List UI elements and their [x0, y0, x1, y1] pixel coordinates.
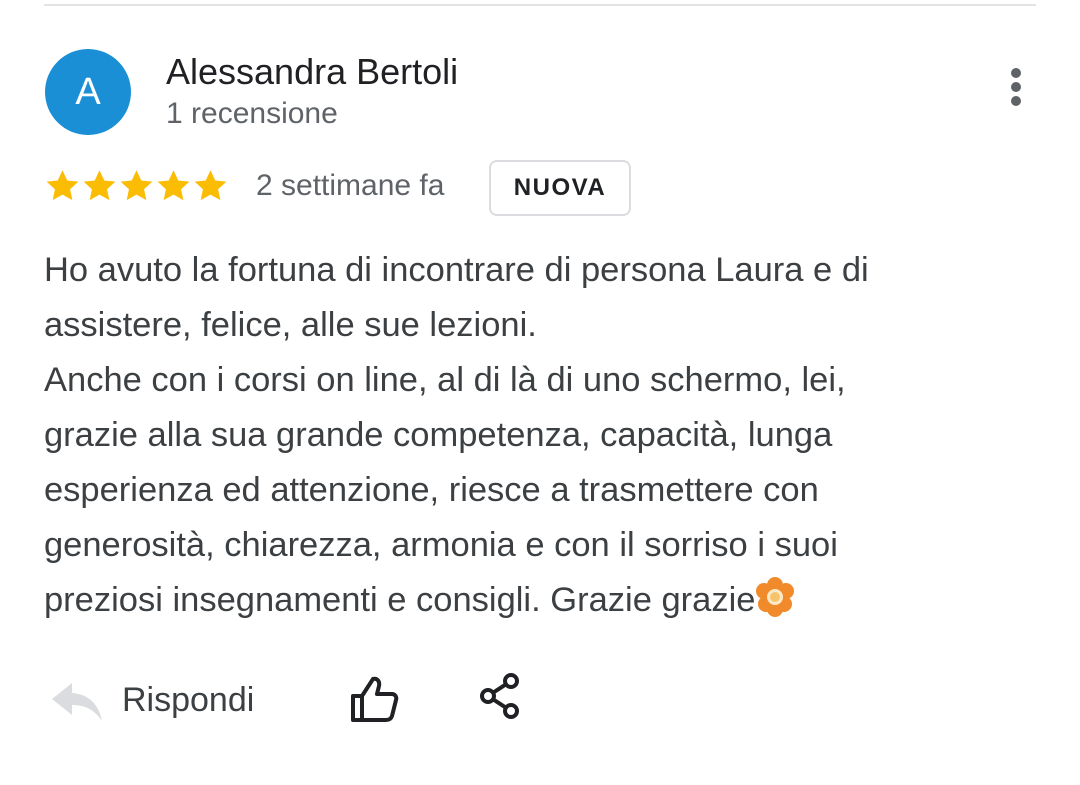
review-text-line: preziosi insegnamenti e consigli. Grazie… [44, 581, 756, 619]
review-text-line: grazie alla sua grande competenza, capac… [44, 416, 833, 454]
share-icon [480, 673, 519, 719]
more-vert-icon [1011, 68, 1021, 106]
divider [44, 4, 1036, 6]
more-options-button[interactable] [996, 64, 1036, 112]
thumbs-up-icon [351, 676, 399, 722]
star-icon [194, 170, 227, 201]
flower-emoji-icon [756, 577, 795, 617]
author-review-count: 1 recensione [166, 97, 338, 130]
star-icon [120, 170, 153, 201]
review-text-line: generosità, chiarezza, armonia e con il … [44, 526, 838, 564]
review-text-line: esperienza ed attenzione, riesce a trasm… [44, 471, 819, 509]
review-card: A Alessandra Bertoli 1 recensione 2 sett… [0, 0, 1080, 785]
reply-arrow-icon [52, 683, 102, 721]
author-name[interactable]: Alessandra Bertoli [166, 51, 458, 93]
star-rating [44, 165, 229, 207]
new-badge: NUOVA [489, 160, 631, 216]
reply-label: Rispondi [122, 680, 255, 719]
star-icon [46, 170, 79, 201]
review-text: Ho avuto la fortuna di incontrare di per… [44, 243, 1044, 628]
avatar-initial: A [75, 70, 101, 113]
star-icon [157, 170, 190, 201]
reply-button[interactable]: Rispondi [50, 672, 254, 728]
review-text-line-last: preziosi insegnamenti e consigli. Grazie… [44, 573, 1044, 628]
avatar[interactable]: A [45, 49, 131, 135]
review-time: 2 settimane fa [256, 169, 445, 202]
review-text-line: Ho avuto la fortuna di incontrare di per… [44, 251, 869, 289]
star-icon [83, 170, 116, 201]
share-button[interactable] [478, 672, 522, 720]
review-text-line: assistere, felice, alle sue lezioni. [44, 306, 537, 344]
like-button[interactable] [348, 674, 400, 724]
review-text-line: Anche con i corsi on line, al di là di u… [44, 361, 846, 399]
